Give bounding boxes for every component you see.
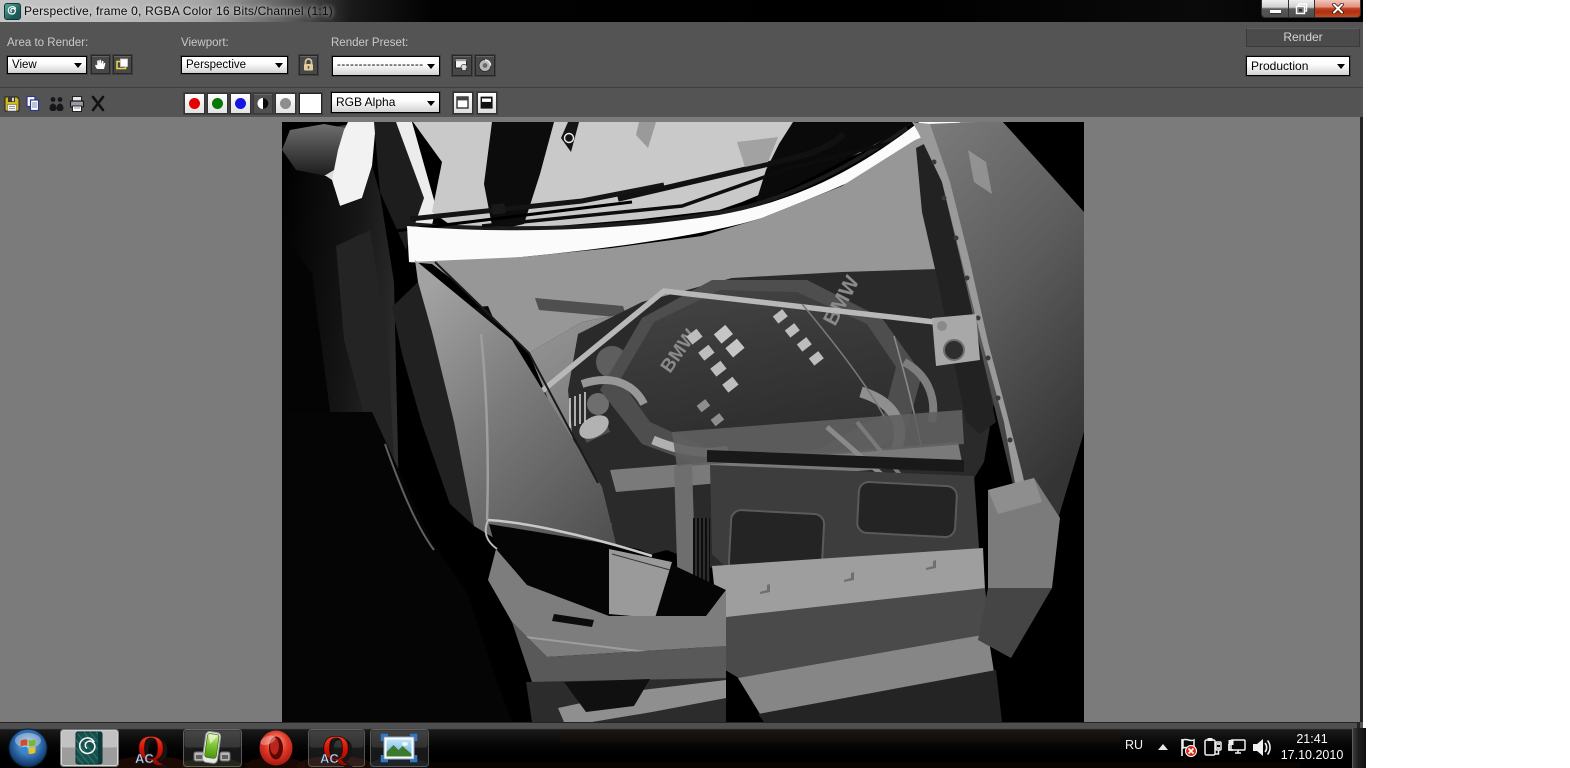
svg-text:AC: AC bbox=[135, 751, 154, 766]
svg-text:AC: AC bbox=[320, 751, 339, 766]
